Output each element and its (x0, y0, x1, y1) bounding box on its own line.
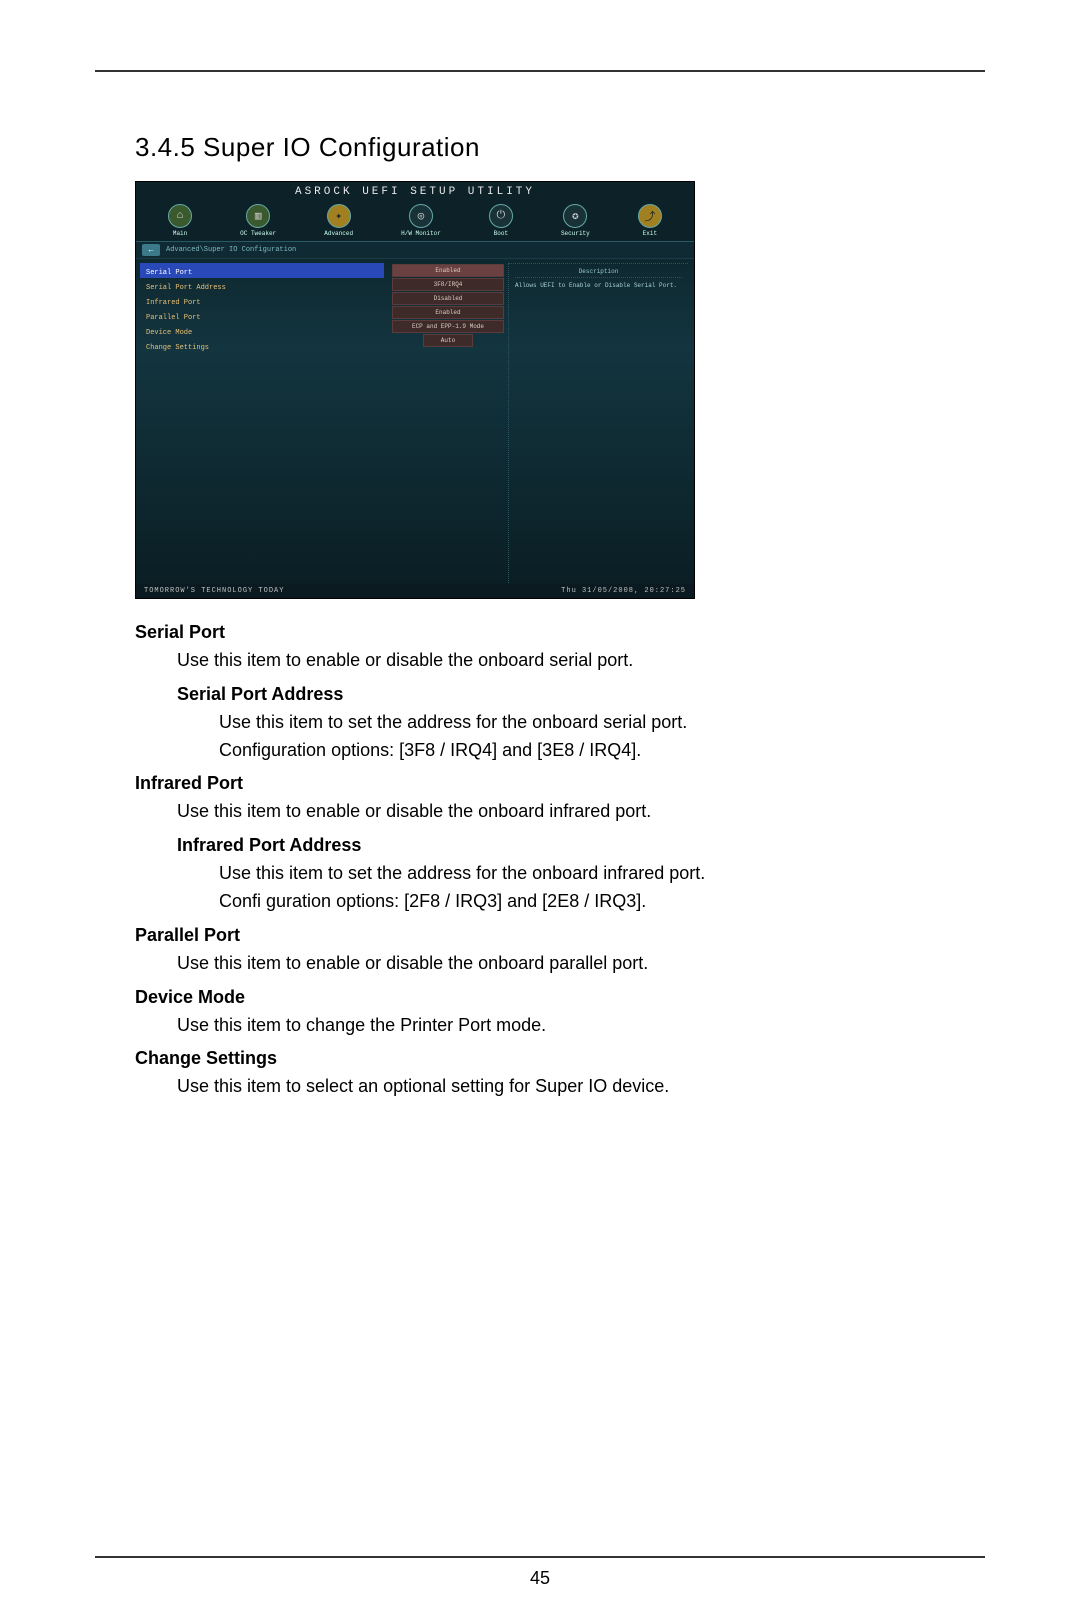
page: 3.4.5 Super IO Configuration ASROCK UEFI… (95, 70, 985, 1539)
setting-label: Device Mode (146, 329, 192, 337)
description-text: Allows UEFI to Enable or Disable Serial … (515, 282, 682, 290)
nav-item-h-w-monitor[interactable]: ◎ H/W Monitor (401, 204, 441, 237)
setting-row[interactable]: Parallel Port (140, 308, 384, 323)
nav-item-main[interactable]: ⌂ Main (168, 204, 192, 237)
footer-timestamp: Thu 31/05/2008, 20:27:25 (561, 587, 686, 595)
boot-icon: ⏻ (489, 204, 513, 228)
nav-label: Boot (489, 230, 513, 237)
nav-item-boot[interactable]: ⏻ Boot (489, 204, 513, 237)
values-list: Enabled3F8/IRQ4DisabledEnabledECP and EP… (388, 259, 508, 599)
back-arrow-icon[interactable]: ← (142, 244, 160, 256)
setting-label: Infrared Port (146, 299, 201, 307)
subitem-body: Configuration options: [3F8 / IRQ4] and … (219, 737, 945, 765)
h-w-monitor-icon: ◎ (409, 204, 433, 228)
nav-label: H/W Monitor (401, 230, 441, 237)
setting-value[interactable]: Disabled (392, 292, 504, 305)
item-body: Use this item to enable or disable the o… (177, 798, 945, 826)
setting-row[interactable]: Serial Port (140, 263, 384, 278)
breadcrumb: Advanced\Super IO Configuration (166, 246, 296, 254)
subitem-body: Use this item to set the address for the… (219, 860, 945, 888)
description-header: Description (515, 268, 682, 278)
breadcrumb-bar: ← Advanced\Super IO Configuration (136, 242, 694, 259)
nav-label: OC Tweaker (240, 230, 276, 237)
nav-item-security[interactable]: ✪ Security (561, 204, 590, 237)
bios-screenshot: ASROCK UEFI SETUP UTILITY ⌂ Main ▥ OC Tweak… (135, 181, 695, 599)
setting-row[interactable]: Device Mode (140, 323, 384, 338)
item-heading: Parallel Port (135, 922, 945, 950)
section-title: 3.4.5 Super IO Configuration (135, 132, 945, 163)
nav-item-advanced[interactable]: ✦ Advanced (324, 204, 353, 237)
item-heading: Change Settings (135, 1045, 945, 1073)
bios-title: ASROCK UEFI SETUP UTILITY (136, 182, 694, 202)
exit-icon: ⤴ (638, 204, 662, 228)
main-icon: ⌂ (168, 204, 192, 228)
setting-label: Serial Port (146, 269, 192, 277)
item-body: Use this item to enable or disable the o… (177, 950, 945, 978)
nav-label: Exit (638, 230, 662, 237)
description-panel: Description Allows UEFI to Enable or Dis… (508, 263, 688, 593)
nav-label: Advanced (324, 230, 353, 237)
item-body: Use this item to enable or disable the o… (177, 647, 945, 675)
setting-value[interactable]: ECP and EPP-1.9 Mode (392, 320, 504, 333)
item-body: Use this item to select an optional sett… (177, 1073, 945, 1101)
setting-label: Change Settings (146, 344, 209, 352)
setting-row[interactable]: Infrared Port (140, 293, 384, 308)
item-heading: Infrared Port (135, 770, 945, 798)
description-block: Serial PortUse this item to enable or di… (135, 619, 945, 1101)
oc-tweaker-icon: ▥ (246, 204, 270, 228)
security-icon: ✪ (563, 204, 587, 228)
nav-item-exit[interactable]: ⤴ Exit (638, 204, 662, 237)
setting-label: Parallel Port (146, 314, 201, 322)
settings-list: Serial Port Serial Port Address Infrared P… (136, 259, 388, 599)
item-body: Use this item to change the Printer Port… (177, 1012, 945, 1040)
page-inner: 3.4.5 Super IO Configuration ASROCK UEFI… (95, 72, 985, 1101)
advanced-icon: ✦ (327, 204, 351, 228)
nav-item-oc-tweaker[interactable]: ▥ OC Tweaker (240, 204, 276, 237)
bios-body: Serial Port Serial Port Address Infrared P… (136, 259, 694, 599)
page-number: 45 (95, 1556, 985, 1589)
subitem-heading: Infrared Port Address (177, 832, 945, 860)
setting-value[interactable]: 3F8/IRQ4 (392, 278, 504, 291)
setting-row[interactable]: Change Settings (140, 338, 384, 353)
nav-label: Main (168, 230, 192, 237)
nav-label: Security (561, 230, 590, 237)
setting-label: Serial Port Address (146, 284, 226, 292)
setting-value[interactable]: Auto (423, 334, 473, 347)
subitem-body: Confi guration options: [2F8 / IRQ3] and… (219, 888, 945, 916)
subitem-heading: Serial Port Address (177, 681, 945, 709)
item-heading: Device Mode (135, 984, 945, 1012)
setting-row[interactable]: Serial Port Address (140, 278, 384, 293)
footer-tagline: TOMORROW'S TECHNOLOGY TODAY (144, 587, 284, 595)
subitem-body: Use this item to set the address for the… (219, 709, 945, 737)
setting-value[interactable]: Enabled (392, 264, 504, 277)
bios-footer: TOMORROW'S TECHNOLOGY TODAY Thu 31/05/20… (136, 584, 694, 598)
setting-value[interactable]: Enabled (392, 306, 504, 319)
item-heading: Serial Port (135, 619, 945, 647)
bios-nav: ⌂ Main ▥ OC Tweaker ✦ Advanced ◎ H/W Monitor ⏻ Bo… (136, 202, 694, 242)
